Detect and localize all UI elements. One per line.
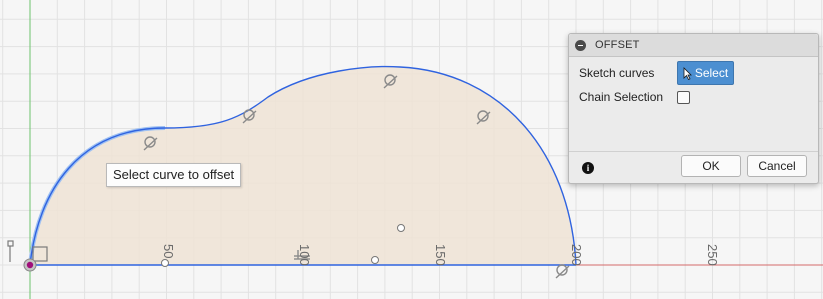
info-icon[interactable]: i	[582, 162, 594, 174]
axis-tick-label: 50	[161, 244, 176, 258]
axis-tick-label: 200	[569, 244, 584, 266]
axis-tick-label: 100	[297, 244, 312, 266]
hover-tooltip: Select curve to offset	[106, 163, 242, 187]
chain-selection-row: Chain Selection	[579, 90, 690, 104]
select-button-label: Select	[694, 66, 729, 80]
dialog-header[interactable]: OFFSET	[569, 34, 818, 57]
dialog-footer: i OK Cancel	[569, 151, 818, 183]
ok-button[interactable]: OK	[681, 155, 741, 177]
sketch-curves-label: Sketch curves	[579, 66, 655, 80]
sketch-curves-row: Sketch curves Select	[579, 61, 734, 85]
sketch-point[interactable]	[397, 224, 405, 232]
select-curves-button[interactable]: Select	[677, 61, 734, 85]
tangent-constraint-icon[interactable]	[555, 264, 570, 279]
dialog-title: OFFSET	[595, 39, 640, 51]
collapse-minus-icon[interactable]	[575, 39, 586, 51]
arrow-cursor-icon	[683, 66, 692, 80]
chain-selection-label: Chain Selection	[579, 90, 664, 104]
sketch-point[interactable]	[371, 256, 379, 264]
cancel-button[interactable]: Cancel	[747, 155, 807, 177]
offset-dialog: OFFSET Sketch curves Select Chain Select…	[568, 33, 819, 184]
chain-selection-checkbox[interactable]	[677, 90, 690, 104]
origin-point-center	[26, 261, 34, 269]
axis-tick-label: 250	[705, 244, 720, 266]
sketch-point[interactable]	[161, 259, 169, 267]
axis-tick-label: 150	[433, 244, 448, 266]
